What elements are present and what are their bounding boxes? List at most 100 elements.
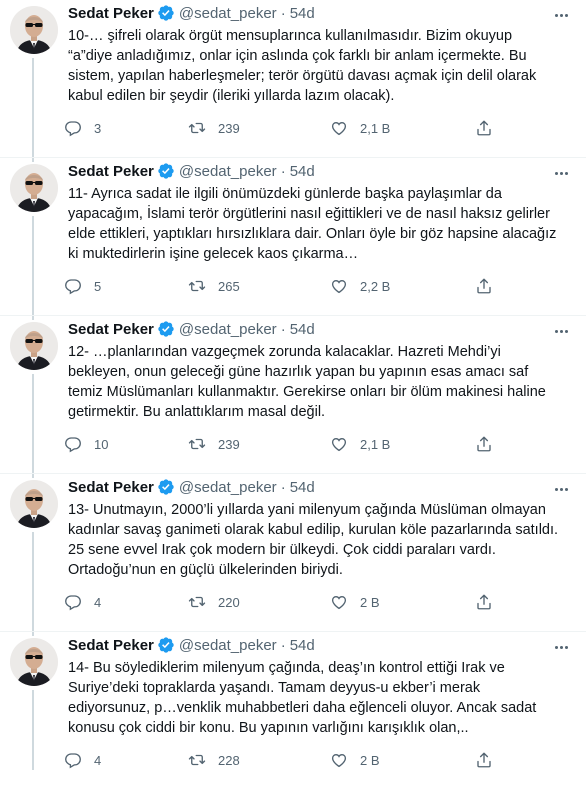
retweet-count: 228 xyxy=(218,752,240,768)
reply-button[interactable]: 4 xyxy=(64,592,101,612)
tweet-actions: 4 220 2 B xyxy=(64,592,504,612)
share-icon xyxy=(477,436,491,452)
separator-dot: · xyxy=(280,321,286,338)
author-name[interactable]: Sedat Peker xyxy=(68,5,154,22)
reply-icon xyxy=(65,595,81,611)
avatar[interactable] xyxy=(10,638,58,686)
reply-button[interactable]: 10 xyxy=(64,434,108,454)
tweet-actions: 5 265 2,2 B xyxy=(64,276,504,296)
verified-badge-icon xyxy=(158,5,174,21)
retweet-button[interactable]: 265 xyxy=(188,276,240,296)
retweet-icon xyxy=(188,438,206,450)
tweet-text: 13- Unutmayın, 2000’li yıllarda yani mil… xyxy=(68,502,559,578)
avatar[interactable] xyxy=(10,164,58,212)
reply-count: 4 xyxy=(94,752,102,768)
tweet-timestamp[interactable]: 54d xyxy=(290,321,315,338)
tweet[interactable]: Sedat Peker @sedat_peker · 54d 10-… şifreli… xyxy=(0,0,586,162)
author-name[interactable]: Sedat Peker xyxy=(68,163,154,180)
verified-badge-icon xyxy=(158,321,174,337)
like-button[interactable]: 2,1 B xyxy=(330,118,390,138)
tweet[interactable]: Sedat Peker @sedat_peker · 54d 11- Ayrıca s… xyxy=(0,158,586,320)
tweet-header: Sedat Peker @sedat_peker · 54d xyxy=(68,478,315,498)
retweet-count: 239 xyxy=(218,436,240,452)
share-icon xyxy=(477,278,491,294)
reply-button[interactable]: 3 xyxy=(64,118,101,138)
retweet-count: 265 xyxy=(218,278,240,294)
more-icon[interactable] xyxy=(554,4,576,22)
like-button[interactable]: 2,1 B xyxy=(330,434,390,454)
verified-badge-icon xyxy=(158,479,174,495)
retweet-button[interactable]: 228 xyxy=(188,750,240,770)
share-button[interactable] xyxy=(475,434,493,454)
like-icon xyxy=(331,595,347,610)
tweet-timestamp[interactable]: 54d xyxy=(290,637,315,654)
tweet-text: 12- …planlarından vazgeçmek zorunda kala… xyxy=(68,344,546,420)
avatar[interactable] xyxy=(10,6,58,54)
more-icon[interactable] xyxy=(554,320,576,338)
avatar[interactable] xyxy=(10,480,58,528)
reply-icon xyxy=(65,279,81,295)
like-count: 2 B xyxy=(360,752,380,768)
tweet[interactable]: Sedat Peker @sedat_peker · 54d 13- Unutmayı… xyxy=(0,474,586,636)
author-handle[interactable]: @sedat_peker xyxy=(179,479,277,496)
like-count: 2,1 B xyxy=(360,436,391,452)
thread-line xyxy=(32,216,34,320)
verified-badge-icon xyxy=(158,637,174,653)
tweet-header: Sedat Peker @sedat_peker · 54d xyxy=(68,320,315,340)
reply-count: 10 xyxy=(94,436,109,452)
like-button[interactable]: 2 B xyxy=(330,592,380,612)
author-handle[interactable]: @sedat_peker xyxy=(179,321,277,338)
share-button[interactable] xyxy=(475,592,493,612)
retweet-icon xyxy=(188,754,206,766)
author-name[interactable]: Sedat Peker xyxy=(68,321,154,338)
share-icon xyxy=(477,752,491,768)
verified-badge-icon xyxy=(158,163,174,179)
separator-dot: · xyxy=(280,163,286,180)
retweet-icon xyxy=(188,122,206,134)
thread-line xyxy=(32,690,34,770)
reply-icon xyxy=(65,121,81,137)
tweet-text: 10-… şifreli olarak örgüt mensuplarınca … xyxy=(68,28,537,104)
retweet-button[interactable]: 220 xyxy=(188,592,240,612)
tweet-header: Sedat Peker @sedat_peker · 54d xyxy=(68,4,315,24)
tweet-timestamp[interactable]: 54d xyxy=(290,163,315,180)
thread-line xyxy=(32,58,34,162)
share-button[interactable] xyxy=(475,276,493,296)
reply-button[interactable]: 5 xyxy=(64,276,101,296)
tweet-header: Sedat Peker @sedat_peker · 54d xyxy=(68,162,315,182)
tweet-timestamp[interactable]: 54d xyxy=(290,5,315,22)
like-count: 2,2 B xyxy=(360,278,391,294)
separator-dot: · xyxy=(280,637,286,654)
like-button[interactable]: 2,2 B xyxy=(330,276,390,296)
share-icon xyxy=(477,594,491,610)
author-handle[interactable]: @sedat_peker xyxy=(179,5,277,22)
separator-dot: · xyxy=(280,479,286,496)
retweet-button[interactable]: 239 xyxy=(188,434,240,454)
separator-dot: · xyxy=(280,5,286,22)
reply-count: 3 xyxy=(94,120,102,136)
more-icon[interactable] xyxy=(554,162,576,180)
author-name[interactable]: Sedat Peker xyxy=(68,479,154,496)
reply-icon xyxy=(65,437,81,453)
author-name[interactable]: Sedat Peker xyxy=(68,637,154,654)
tweet[interactable]: Sedat Peker @sedat_peker · 54d 14- Bu söyle… xyxy=(0,632,586,790)
share-button[interactable] xyxy=(475,118,493,138)
more-icon[interactable] xyxy=(554,636,576,654)
like-button[interactable]: 2 B xyxy=(330,750,380,770)
tweet-header: Sedat Peker @sedat_peker · 54d xyxy=(68,636,315,656)
reply-count: 5 xyxy=(94,278,102,294)
reply-button[interactable]: 4 xyxy=(64,750,101,770)
author-handle[interactable]: @sedat_peker xyxy=(179,637,277,654)
tweet-timestamp[interactable]: 54d xyxy=(290,479,315,496)
retweet-button[interactable]: 239 xyxy=(188,118,240,138)
tweet[interactable]: Sedat Peker @sedat_peker · 54d 12- …planlar… xyxy=(0,316,586,478)
like-icon xyxy=(331,437,347,452)
like-icon xyxy=(331,753,347,768)
reply-icon xyxy=(65,753,81,769)
like-count: 2 B xyxy=(360,594,380,610)
retweet-icon xyxy=(188,280,206,292)
more-icon[interactable] xyxy=(554,478,576,496)
avatar[interactable] xyxy=(10,322,58,370)
share-button[interactable] xyxy=(475,750,493,770)
author-handle[interactable]: @sedat_peker xyxy=(179,163,277,180)
